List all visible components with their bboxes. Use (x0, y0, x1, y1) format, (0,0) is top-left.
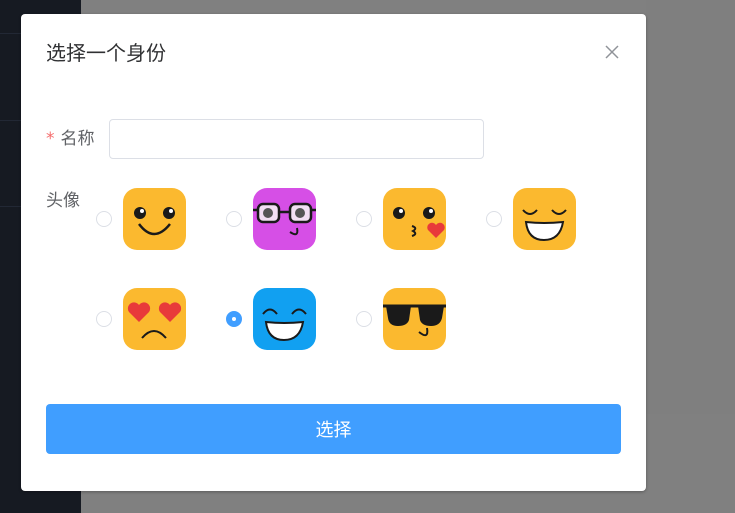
dialog-title: 选择一个身份 (46, 41, 166, 65)
avatar-label: 头像 (46, 191, 80, 211)
smile-face-icon (123, 188, 186, 250)
avatar-radio[interactable] (226, 211, 242, 227)
sunglasses-face-icon (383, 288, 446, 350)
name-label: * 名称 (46, 127, 95, 151)
app-panel (646, 0, 735, 414)
avatar-option-nerd[interactable] (226, 188, 326, 252)
avatar-radio[interactable] (356, 311, 372, 327)
avatar-option-happy-blue[interactable] (226, 288, 326, 352)
happy-blue-face-icon (253, 288, 316, 350)
avatar-radio-checked[interactable] (226, 311, 242, 327)
name-input[interactable] (109, 119, 484, 159)
nerd-glasses-face-icon (253, 188, 316, 250)
name-label-text: 名称 (60, 129, 95, 149)
identity-dialog: 选择一个身份 * 名称 头像 选择 (21, 14, 646, 491)
avatar-option-sunglasses[interactable] (356, 288, 456, 352)
avatar-option-smile[interactable] (96, 188, 196, 252)
select-button[interactable]: 选择 (46, 404, 621, 454)
grin-face-icon (513, 188, 576, 250)
close-icon[interactable] (604, 44, 620, 60)
kiss-heart-face-icon (383, 188, 446, 250)
avatar-radio[interactable] (96, 311, 112, 327)
required-mark: * (46, 129, 55, 149)
avatar-option-heart-eyes[interactable] (96, 288, 196, 352)
avatar-option-grin[interactable] (486, 188, 586, 252)
avatar-radio[interactable] (96, 211, 112, 227)
heart-eyes-sad-face-icon (123, 288, 186, 350)
avatar-option-kiss[interactable] (356, 188, 456, 252)
avatar-radio[interactable] (486, 211, 502, 227)
avatar-radio[interactable] (356, 211, 372, 227)
